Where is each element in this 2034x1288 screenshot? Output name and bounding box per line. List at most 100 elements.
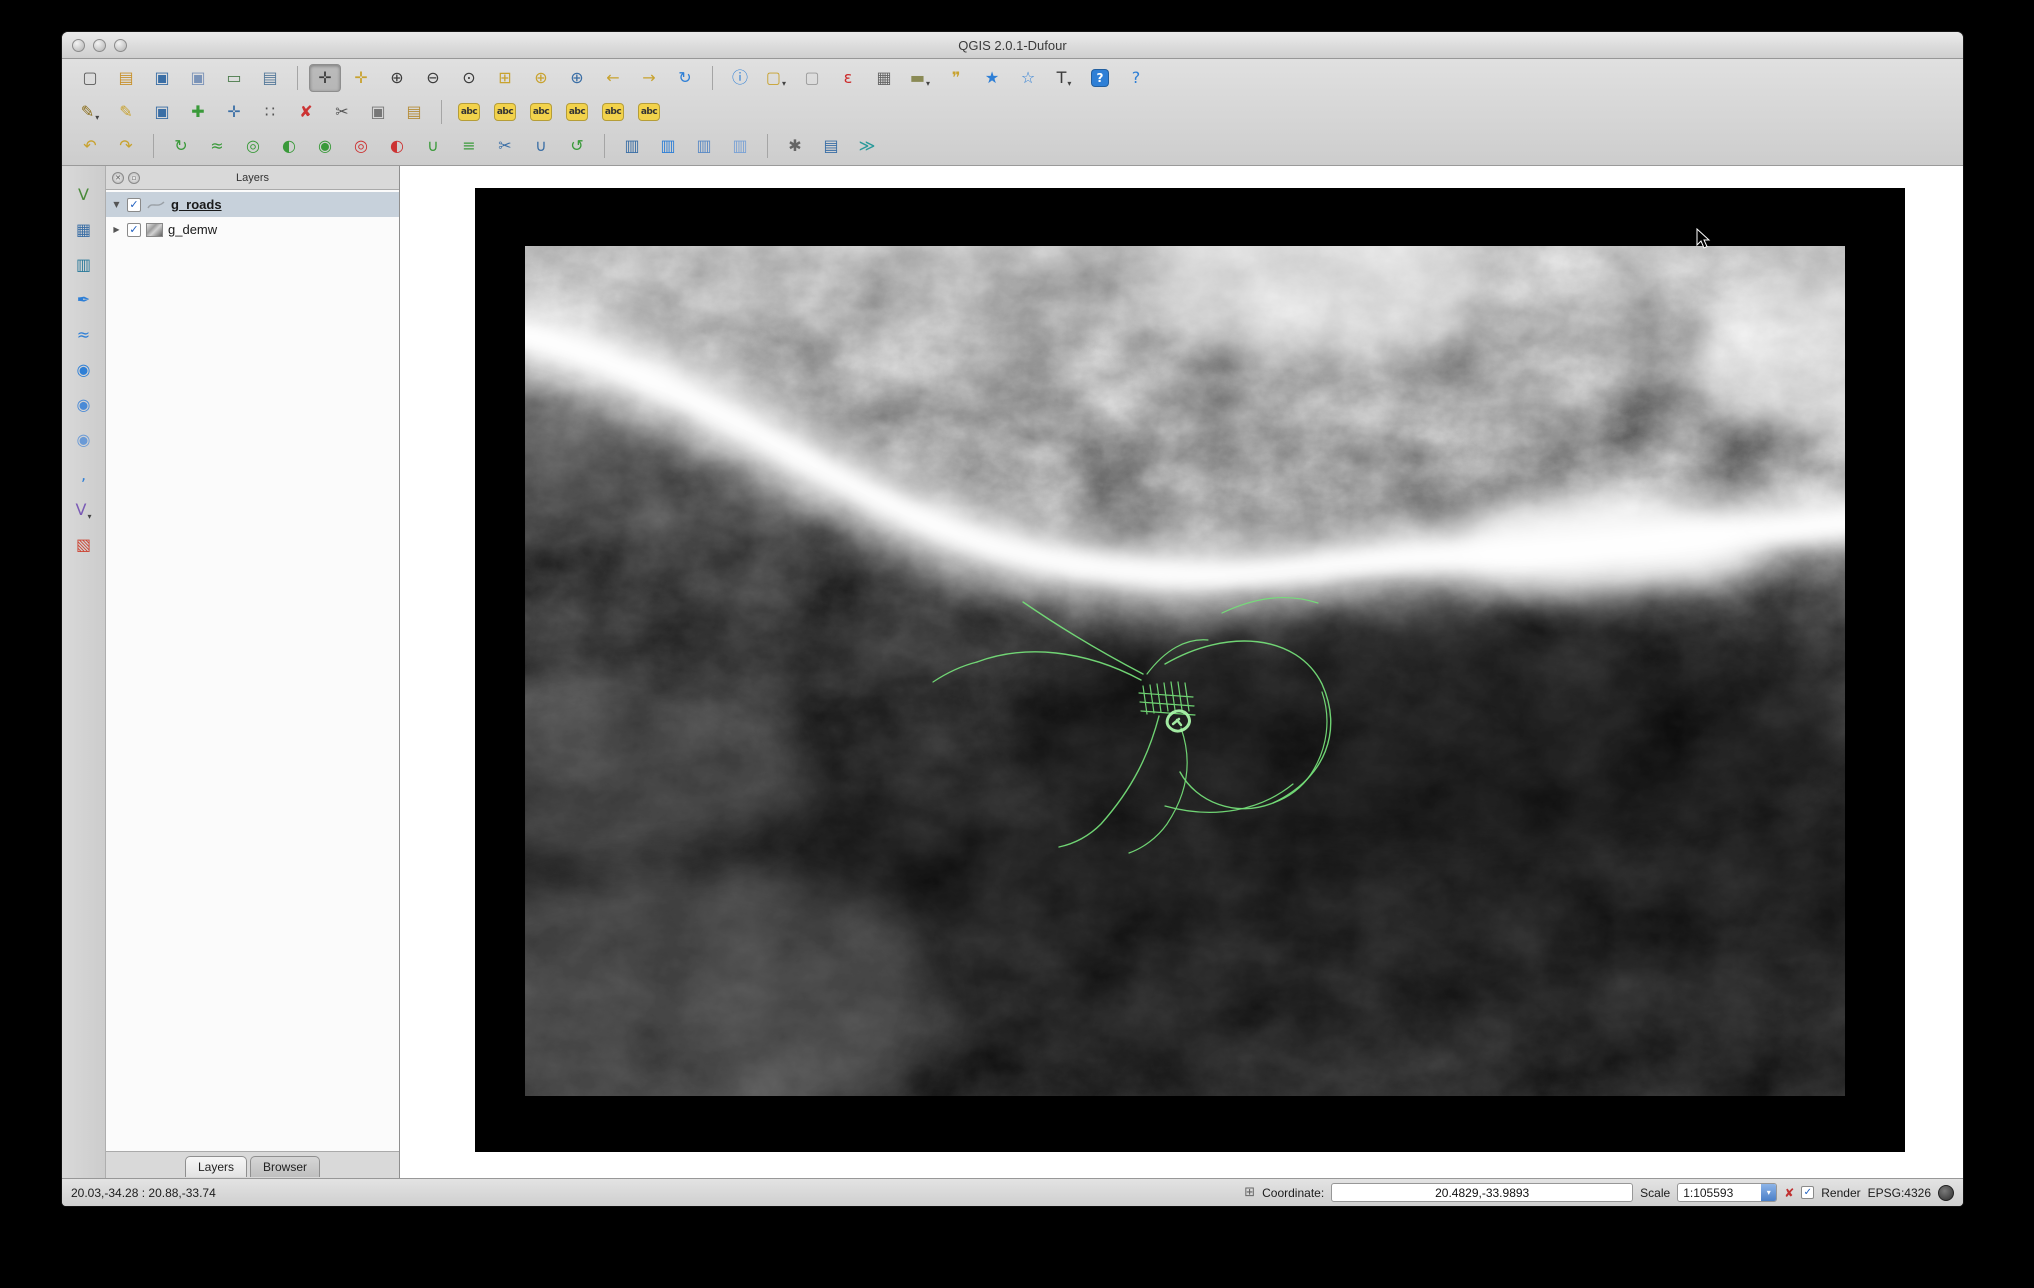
identify-features-button[interactable]: ⓘ [724, 64, 756, 92]
add-postgis-layer-button[interactable]: ▥ [68, 250, 100, 280]
text-annotation-button[interactable]: T▾ [1048, 64, 1080, 92]
add-feature-button[interactable]: ✚ [182, 98, 214, 126]
add-part-button[interactable]: ◐ [273, 132, 305, 160]
pan-map-button[interactable]: ✛ [309, 64, 341, 92]
refresh-map-button[interactable]: ↻ [669, 64, 701, 92]
zoom-next-button[interactable]: → [633, 64, 665, 92]
add-spatialite-layer-button[interactable]: ✒ [68, 285, 100, 315]
add-wms-layer-button[interactable]: ◉ [68, 355, 100, 385]
new-shapefile-layer-button[interactable]: V▾ [68, 495, 100, 525]
open-project-button[interactable]: ▤ [110, 64, 142, 92]
tracking-icon[interactable]: ⊞ [1244, 1186, 1255, 1199]
pin-labels-button[interactable]: abc [489, 98, 521, 126]
highlight-labels-button[interactable]: abc [525, 98, 557, 126]
processing-toolbox-button[interactable]: ✱ [779, 132, 811, 160]
map-canvas[interactable] [400, 166, 1963, 1178]
tab-layers[interactable]: Layers [185, 1156, 247, 1177]
layer-visibility-checkbox[interactable]: ✓ [127, 198, 141, 212]
node-tool-button[interactable]: ∷ [254, 98, 286, 126]
new-bookmark-button[interactable]: ★ [976, 64, 1008, 92]
rotate-label-button[interactable]: abc [597, 98, 629, 126]
measure-dropdown-arrow[interactable]: ▾ [926, 79, 930, 92]
open-attribute-table-button[interactable]: ▦ [868, 64, 900, 92]
move-feature-button[interactable]: ✛ [218, 98, 250, 126]
reshape-features-button[interactable]: ∪ [417, 132, 449, 160]
zoom-out-button[interactable]: ⊖ [417, 64, 449, 92]
crs-status-button[interactable] [1938, 1185, 1954, 1201]
show-bookmarks-button[interactable]: ☆ [1012, 64, 1044, 92]
field-calculator-button[interactable]: ε [832, 64, 864, 92]
delete-ring-button[interactable]: ◎ [345, 132, 377, 160]
scale-dropdown-arrow[interactable]: ▾ [1761, 1184, 1776, 1201]
zoom-full-button[interactable]: ⊞ [489, 64, 521, 92]
add-delimited-text-layer-button[interactable]: , [68, 460, 100, 490]
python-console-button[interactable]: ≫ [851, 132, 883, 160]
delete-selected-button[interactable]: ✘ [290, 98, 322, 126]
layer-item-g_demw[interactable]: ▶✓g_demw [106, 217, 399, 242]
zoom-to-selection-button[interactable]: ⊕ [525, 64, 557, 92]
add-wfs-layer-button[interactable]: ◉ [68, 425, 100, 455]
add-oracle-layer-button[interactable]: ▧ [68, 530, 100, 560]
save-layer-edits-button[interactable]: ▣ [146, 98, 178, 126]
composer-manager-button[interactable]: ▤ [254, 64, 286, 92]
zoom-last-button[interactable]: ← [597, 64, 629, 92]
rotate-feature-button[interactable]: ↻ [165, 132, 197, 160]
help-contents-button[interactable]: ? [1084, 64, 1116, 92]
local-cumulative-stretch-button[interactable]: ▥ [688, 132, 720, 160]
new-print-composer-button[interactable]: ▭ [218, 64, 250, 92]
layer-expander-icon[interactable]: ▶ [111, 225, 122, 234]
change-label-properties-button[interactable]: abc [633, 98, 665, 126]
zoom-in-button[interactable]: ⊕ [381, 64, 413, 92]
toggle-editing-button[interactable]: ✎ [110, 98, 142, 126]
close-button[interactable] [72, 39, 85, 52]
pan-to-selection-button[interactable]: ✛ [345, 64, 377, 92]
full-histogram-stretch-button[interactable]: ▥ [652, 132, 684, 160]
add-wcs-layer-button[interactable]: ◉ [68, 390, 100, 420]
whats-this-button[interactable]: ? [1120, 64, 1152, 92]
coordinate-input[interactable] [1331, 1183, 1633, 1202]
paste-features-button[interactable]: ▤ [398, 98, 430, 126]
delete-part-button[interactable]: ◐ [381, 132, 413, 160]
log-messages-button[interactable]: ▤ [815, 132, 847, 160]
zoom-to-layer-button[interactable]: ⊕ [561, 64, 593, 92]
map-tips-button[interactable]: ❞ [940, 64, 972, 92]
split-features-button[interactable]: ✂ [489, 132, 521, 160]
full-cumulative-stretch-button[interactable]: ▥ [724, 132, 756, 160]
add-mssql-layer-button[interactable]: ≈ [68, 320, 100, 350]
offset-curve-button[interactable]: ≡ [453, 132, 485, 160]
zoom-button[interactable] [114, 39, 127, 52]
rotate-point-symbols-button[interactable]: ↺ [561, 132, 593, 160]
copy-features-button[interactable]: ▣ [362, 98, 394, 126]
merge-features-button[interactable]: ∪ [525, 132, 557, 160]
titlebar[interactable]: QGIS 2.0.1-Dufour [62, 32, 1963, 59]
layer-item-g_roads[interactable]: ▼✓g_roads [106, 192, 399, 217]
new-shapefile-layer-dropdown-arrow[interactable]: ▾ [87, 512, 91, 525]
layer-visibility-checkbox[interactable]: ✓ [127, 223, 141, 237]
scale-combo[interactable]: 1:105593 ▾ [1677, 1183, 1777, 1202]
fill-ring-button[interactable]: ◉ [309, 132, 341, 160]
zoom-native-button[interactable]: ⊙ [453, 64, 485, 92]
add-vector-layer-button[interactable]: V [68, 180, 100, 210]
deselect-features-button[interactable]: ▢ [796, 64, 828, 92]
current-edits-dropdown-arrow[interactable]: ▾ [95, 113, 99, 126]
labeling-button[interactable]: abc [453, 98, 485, 126]
save-project-button[interactable]: ▣ [146, 64, 178, 92]
local-histogram-stretch-button[interactable]: ▥ [616, 132, 648, 160]
new-project-button[interactable]: ▢ [74, 64, 106, 92]
text-annotation-dropdown-arrow[interactable]: ▾ [1067, 79, 1071, 92]
stop-rendering-button[interactable]: ✘ [1784, 1187, 1794, 1199]
simplify-feature-button[interactable]: ≈ [201, 132, 233, 160]
select-features-button[interactable]: ▢▾ [760, 64, 792, 92]
add-ring-button[interactable]: ◎ [237, 132, 269, 160]
select-features-dropdown-arrow[interactable]: ▾ [782, 79, 786, 92]
save-project-as-button[interactable]: ▣ [182, 64, 214, 92]
move-label-button[interactable]: abc [561, 98, 593, 126]
current-edits-button[interactable]: ✎▾ [74, 98, 106, 126]
layer-expander-icon[interactable]: ▼ [111, 200, 122, 209]
tab-browser[interactable]: Browser [250, 1156, 320, 1177]
render-checkbox[interactable]: ✓ [1801, 1186, 1814, 1199]
minimize-button[interactable] [93, 39, 106, 52]
add-raster-layer-button[interactable]: ▦ [68, 215, 100, 245]
measure-button[interactable]: ▬▾ [904, 64, 936, 92]
undo-button[interactable]: ↶ [74, 132, 106, 160]
